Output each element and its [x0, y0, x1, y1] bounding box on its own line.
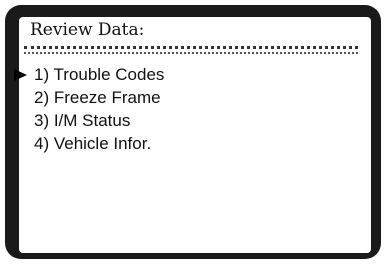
menu-item-trouble-codes[interactable]: 1) Trouble Codes — [0, 63, 360, 86]
menu-item-label: 3) I/M Status — [34, 111, 131, 130]
menu-item-label: 4) Vehicle Infor. — [34, 134, 152, 153]
selection-cursor-icon — [14, 69, 27, 81]
menu-item-label: 2) Freeze Frame — [34, 88, 161, 107]
menu-item-freeze-frame[interactable]: 2) Freeze Frame — [0, 86, 360, 109]
menu-item-label: 1) Trouble Codes — [34, 65, 165, 84]
menu-item-im-status[interactable]: 3) I/M Status — [0, 109, 360, 132]
screen-title: Review Data: — [30, 20, 145, 40]
menu-item-vehicle-infor[interactable]: 4) Vehicle Infor. — [0, 132, 360, 155]
review-data-menu: 1) Trouble Codes 2) Freeze Frame 3) I/M … — [0, 63, 360, 155]
title-divider — [24, 46, 358, 54]
